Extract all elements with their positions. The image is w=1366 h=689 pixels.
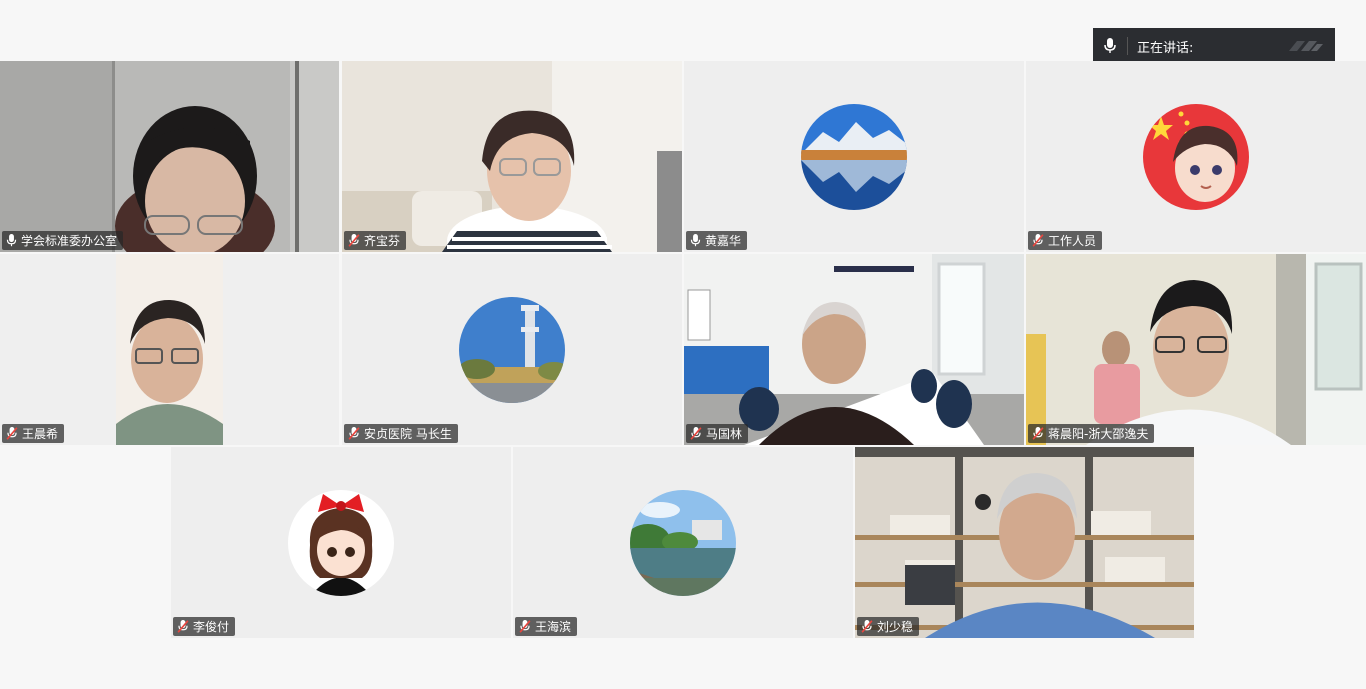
participant-video: [684, 254, 1024, 445]
muted-mic-icon: [1032, 234, 1044, 247]
participant-label: 齐宝芬: [344, 231, 407, 250]
avatar: [1143, 103, 1249, 210]
participant-name: 王晨希: [22, 427, 59, 441]
participant-video: [0, 254, 339, 445]
video-tile[interactable]: 齐宝芬: [342, 61, 682, 252]
participant-video: [342, 61, 682, 252]
participant-name: 黄嘉华: [705, 234, 742, 248]
participant-video: [0, 61, 339, 252]
microphone-icon: [690, 234, 701, 247]
participant-label: 王晨希: [2, 424, 65, 443]
video-tile[interactable]: 蒋晨阳-浙大邵逸夫: [1026, 254, 1366, 445]
participant-name: 蒋晨阳-浙大邵逸夫: [1048, 427, 1149, 441]
microphone-icon: [1093, 38, 1127, 54]
tower-park-image: [459, 296, 565, 403]
participant-name: 王海滨: [535, 620, 572, 634]
signal-icon: [1285, 37, 1325, 55]
participant-label: 蒋晨阳-浙大邵逸夫: [1028, 424, 1155, 443]
participant-label: 马国林: [686, 424, 749, 443]
avatar-tile[interactable]: 李俊付: [171, 447, 511, 638]
avatar-tile[interactable]: 黄嘉华: [684, 61, 1024, 252]
muted-mic-icon: [690, 427, 702, 440]
muted-mic-icon: [861, 620, 873, 633]
cartoon-girl-avatar-image: [288, 489, 394, 596]
participant-name: 工作人员: [1048, 234, 1097, 248]
avatar-tile[interactable]: 王海滨: [513, 447, 853, 638]
participant-name: 学会标准委办公室: [21, 234, 118, 248]
participant-label: 刘少稳: [857, 617, 920, 636]
muted-mic-icon: [1032, 427, 1044, 440]
speaking-label: 正在讲话:: [1137, 40, 1194, 56]
video-tile[interactable]: 马国林: [684, 254, 1024, 445]
participant-name: 马国林: [706, 427, 743, 441]
video-tile[interactable]: 学会标准委办公室: [0, 61, 339, 252]
video-tile[interactable]: 刘少稳: [855, 447, 1194, 638]
participant-video: [855, 447, 1194, 638]
participant-label: 学会标准委办公室: [2, 231, 124, 250]
muted-mic-icon: [519, 620, 531, 633]
participant-label: 李俊付: [173, 617, 236, 636]
participant-label: 工作人员: [1028, 231, 1103, 250]
speaking-indicator: 正在讲话:: [1093, 28, 1335, 64]
campus-lake-image: [630, 489, 736, 596]
participant-label: 安贞医院 马长生: [344, 424, 458, 443]
muted-mic-icon: [177, 620, 189, 633]
participant-label: 王海滨: [515, 617, 578, 636]
avatar: [801, 103, 907, 210]
participant-name: 安贞医院 马长生: [364, 427, 452, 441]
microphone-icon: [6, 234, 17, 247]
avatar-tile[interactable]: 工作人员: [1026, 61, 1366, 252]
avatar: [459, 296, 565, 403]
divider: [1127, 37, 1128, 55]
avatar-tile[interactable]: 安贞医院 马长生: [342, 254, 682, 445]
muted-mic-icon: [348, 427, 360, 440]
participant-label: 黄嘉华: [686, 231, 748, 250]
participant-video: [1026, 254, 1366, 445]
participant-name: 刘少稳: [877, 620, 914, 634]
participant-name: 齐宝芬: [364, 234, 401, 248]
video-tile[interactable]: 王晨希: [0, 254, 339, 445]
muted-mic-icon: [348, 234, 360, 247]
flag-cartoon-avatar-image: [1143, 103, 1249, 210]
muted-mic-icon: [6, 427, 18, 440]
participant-name: 李俊付: [193, 620, 230, 634]
avatar: [630, 489, 736, 596]
avatar: [288, 489, 394, 596]
mountain-lake-image: [801, 103, 907, 210]
